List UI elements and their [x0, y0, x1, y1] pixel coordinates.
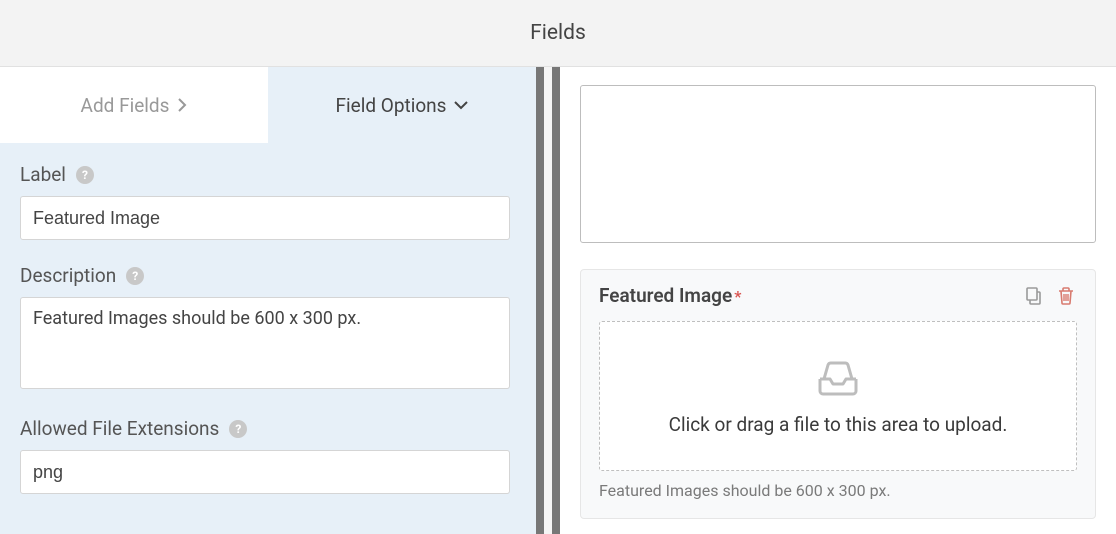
left-panel: Add Fields Field Options Label ? — [0, 67, 544, 534]
description-row: Description ? Featured Images should be … — [20, 264, 516, 393]
label-caption: Label — [20, 163, 66, 186]
upload-head: Featured Image* — [599, 284, 1077, 307]
tab-field-options-label: Field Options — [336, 94, 447, 117]
main-area: Add Fields Field Options Label ? — [0, 67, 1116, 534]
chevron-right-icon — [177, 98, 187, 112]
upload-dropzone[interactable]: Click or drag a file to this area to upl… — [599, 321, 1077, 471]
tab-add-fields[interactable]: Add Fields — [0, 67, 268, 143]
upload-description-hint: Featured Images should be 600 x 300 px. — [599, 481, 1077, 500]
panel-title: Fields — [530, 21, 586, 45]
copy-icon — [1024, 286, 1044, 306]
panel-header: Fields — [0, 0, 1116, 67]
help-icon[interactable]: ? — [126, 267, 144, 285]
dropzone-text: Click or drag a file to this area to upl… — [669, 413, 1008, 436]
trash-icon — [1057, 286, 1075, 306]
preview-inner: Featured Image* — [560, 67, 1116, 534]
duplicate-button[interactable] — [1023, 285, 1045, 307]
upload-field-card[interactable]: Featured Image* — [580, 269, 1096, 519]
label-input[interactable] — [20, 196, 510, 240]
tab-field-options[interactable]: Field Options — [268, 67, 536, 143]
delete-button[interactable] — [1055, 285, 1077, 307]
required-asterisk: * — [734, 287, 741, 306]
inbox-icon — [814, 357, 862, 397]
chevron-down-icon — [454, 100, 468, 110]
extensions-caption-row: Allowed File Extensions ? — [20, 417, 516, 440]
upload-field-label: Featured Image — [599, 284, 732, 307]
help-icon[interactable]: ? — [229, 420, 247, 438]
preview-panel: Featured Image* — [552, 67, 1116, 534]
extensions-row: Allowed File Extensions ? — [20, 417, 516, 494]
card-actions — [1023, 285, 1077, 307]
extensions-input[interactable] — [20, 450, 510, 494]
description-caption: Description — [20, 264, 116, 287]
tabs: Add Fields Field Options — [0, 67, 536, 143]
label-row: Label ? — [20, 163, 516, 240]
tab-add-fields-label: Add Fields — [81, 94, 170, 117]
preview-textarea[interactable] — [580, 85, 1096, 243]
description-caption-row: Description ? — [20, 264, 516, 287]
extensions-caption: Allowed File Extensions — [20, 417, 219, 440]
description-input[interactable]: Featured Images should be 600 x 300 px. — [20, 297, 510, 389]
upload-label-wrap: Featured Image* — [599, 284, 741, 307]
label-caption-row: Label ? — [20, 163, 516, 186]
help-icon[interactable]: ? — [76, 166, 94, 184]
field-options-panel: Label ? Description ? Featured Images sh… — [0, 143, 536, 534]
